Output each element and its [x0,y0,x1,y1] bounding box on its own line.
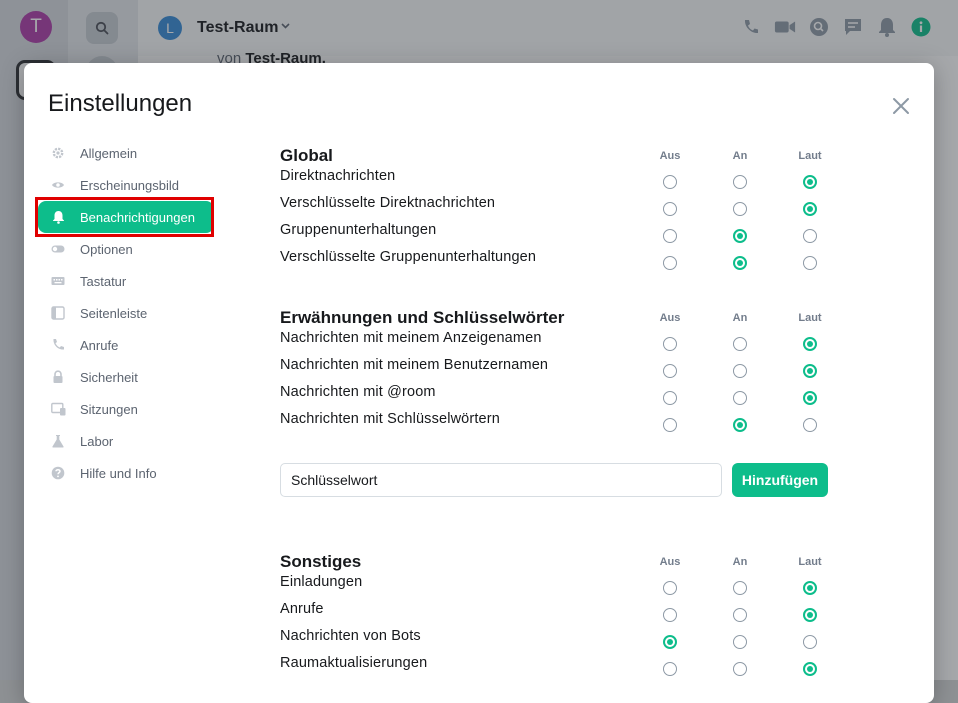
radio-laut[interactable] [803,418,817,432]
sidebar-item-label: Tastatur [80,273,127,289]
section-title: Sonstiges [280,552,362,571]
sidebar-item-label: Hilfe und Info [80,465,157,481]
setting-row-label: Direktnachrichten [280,168,396,184]
add-keyword-button[interactable]: Hinzufügen [732,463,828,497]
radio-an[interactable] [733,337,747,351]
radio-aus[interactable] [663,337,677,351]
radio-aus[interactable] [663,662,677,676]
flask-icon [50,433,66,449]
column-header-aus: Aus [659,150,681,162]
radio-aus[interactable] [663,229,677,243]
sidebar-item-label: Seitenleiste [80,305,148,321]
gear-icon [50,145,66,161]
radio-aus[interactable] [663,256,677,270]
sidebar-item-label: Benachrichtigungen [80,209,195,225]
sidebar-item-label: Optionen [80,241,133,257]
keyword-input[interactable] [280,463,722,497]
radio-aus[interactable] [663,202,677,216]
sidebar-item-eye[interactable]: Erscheinungsbild [38,169,214,201]
radio-an[interactable] [733,608,747,622]
setting-row-label: Nachrichten mit @room [280,384,436,400]
radio-an[interactable] [733,418,747,432]
sidebar-item-phone[interactable]: Anrufe [38,329,214,361]
radio-an[interactable] [733,581,747,595]
section-title: Global [280,146,333,165]
radio-laut[interactable] [803,364,817,378]
radio-laut[interactable] [803,635,817,649]
toggle-icon [50,241,66,257]
bell-icon [50,209,66,225]
setting-row-label: Einladungen [280,574,363,590]
sidebar-item-gear[interactable]: Allgemein [38,137,214,169]
radio-laut[interactable] [803,608,817,622]
radio-an[interactable] [733,229,747,243]
radio-laut[interactable] [803,229,817,243]
keyboard-icon [50,273,66,289]
radio-laut[interactable] [803,175,817,189]
sidebar-item-label: Allgemein [80,145,138,161]
devices-icon [50,401,66,417]
column-header-laut: Laut [798,150,822,162]
setting-row-label: Verschlüsselte Direktnachrichten [280,195,496,211]
sidebar-item-label: Anrufe [80,337,119,353]
column-header-an: An [732,556,748,568]
radio-laut[interactable] [803,256,817,270]
radio-an[interactable] [733,175,747,189]
setting-row-label: Gruppenunterhaltungen [280,222,437,238]
radio-an[interactable] [733,662,747,676]
setting-row-label: Nachrichten mit Schlüsselwörtern [280,411,500,427]
radio-laut[interactable] [803,391,817,405]
radio-aus[interactable] [663,635,677,649]
radio-laut[interactable] [803,662,817,676]
column-header-laut: Laut [798,312,822,324]
column-header-an: An [732,150,748,162]
lock-icon [50,369,66,385]
radio-an[interactable] [733,635,747,649]
sidebar-item-label: Erscheinungsbild [80,177,180,193]
close-icon[interactable] [890,95,912,117]
phone-icon [50,337,66,353]
radio-aus[interactable] [663,175,677,189]
setting-row-label: Verschlüsselte Gruppenunterhaltungen [280,249,537,265]
sidebar-item-sidebar[interactable]: Seitenleiste [38,297,214,329]
radio-an[interactable] [733,202,747,216]
sidebar-item-bell[interactable]: Benachrichtigungen [35,197,214,237]
radio-an[interactable] [733,391,747,405]
radio-laut[interactable] [803,202,817,216]
sidebar-item-label: Sitzungen [80,401,138,417]
radio-aus[interactable] [663,418,677,432]
settings-nav: Allgemein Erscheinungsbild Benachrichtigun… [35,137,214,489]
radio-aus[interactable] [663,391,677,405]
setting-row-label: Nachrichten mit meinem Anzeigenamen [280,330,542,346]
setting-row-label: Nachrichten von Bots [280,628,421,644]
column-header-aus: Aus [659,312,681,324]
sidebar-item-label: Sicherheit [80,369,138,385]
setting-row-label: Anrufe [280,601,324,617]
section-title: Erwähnungen und Schlüsselwörter [280,308,565,327]
sidebar-item-help[interactable]: Hilfe und Info [38,457,214,489]
radio-an[interactable] [733,256,747,270]
radio-an[interactable] [733,364,747,378]
help-icon [50,465,66,481]
radio-laut[interactable] [803,337,817,351]
setting-row-label: Raumaktualisierungen [280,655,428,671]
radio-laut[interactable] [803,581,817,595]
sidebar-item-label: Labor [80,433,114,449]
column-header-an: An [732,312,748,324]
sidebar-item-flask[interactable]: Labor [38,425,214,457]
sidebar-item-devices[interactable]: Sitzungen [38,393,214,425]
column-header-laut: Laut [798,556,822,568]
dialog-title: Einstellungen [48,90,193,117]
radio-aus[interactable] [663,608,677,622]
column-header-aus: Aus [659,556,681,568]
settings-dialog: Einstellungen Allgemein Erscheinungsbild B… [24,63,934,703]
radio-aus[interactable] [663,364,677,378]
eye-icon [50,177,66,193]
sidebar-icon [50,305,66,321]
sidebar-item-keyboard[interactable]: Tastatur [38,265,214,297]
sidebar-item-toggle[interactable]: Optionen [38,233,214,265]
setting-row-label: Nachrichten mit meinem Benutzernamen [280,357,549,373]
sidebar-item-lock[interactable]: Sicherheit [38,361,214,393]
radio-aus[interactable] [663,581,677,595]
